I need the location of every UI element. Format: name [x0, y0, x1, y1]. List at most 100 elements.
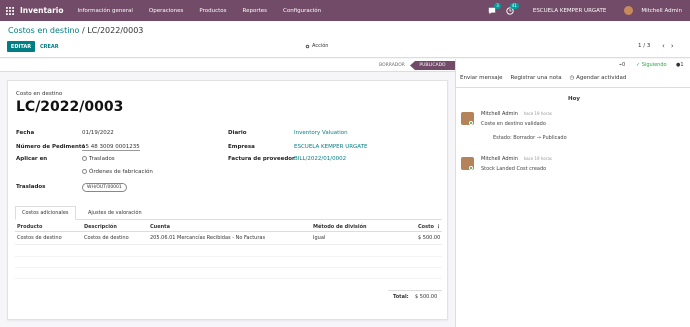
followers-count[interactable]: ●1 [676, 62, 684, 68]
message-date: hace 19 horas [523, 111, 553, 116]
total-label: Total: [393, 294, 409, 300]
radio-traslados[interactable] [82, 156, 87, 161]
message-tracking: Estado: Borrador → Publicado [493, 135, 567, 141]
tab-ajustes-valoracion[interactable]: Ajustes de valoración [82, 206, 148, 220]
message-author-name[interactable]: Mitchell Admin [481, 156, 518, 162]
factura-value[interactable]: BILL/2022/01/0002 [294, 156, 346, 162]
table-header: Producto Descripción Cuenta Método de di… [15, 222, 442, 232]
following-toggle[interactable]: ✓ Siguiendo [636, 62, 667, 68]
diario-label: Diario [228, 130, 247, 136]
menu-configuracion[interactable]: Configuración [283, 8, 321, 14]
action-menu[interactable]: Acción [305, 43, 328, 49]
pager-prev-icon[interactable]: ‹ [662, 42, 665, 50]
tab-costos-adicionales[interactable]: Costos adicionales [15, 206, 76, 220]
top-navbar: Inventario Información general Operacion… [0, 0, 690, 21]
fecha-value: 01/19/2022 [82, 130, 114, 136]
factura-label: Factura de proveedor [228, 156, 295, 162]
pager-next-icon[interactable]: › [671, 42, 674, 50]
check-icon: ✓ [636, 62, 641, 68]
aplicar-opt2-label: Órdenes de fabricación [89, 169, 153, 175]
cell-costo: $ 500.00 [418, 235, 441, 241]
table-row[interactable]: Costos de destino Costos de destino 205.… [15, 233, 442, 245]
cell-cuenta: 205.06.01 Mercancías Recibidas - No Fact… [150, 235, 266, 241]
company-switcher[interactable]: ESCUELA KEMPER URGATE [533, 8, 606, 14]
breadcrumb-parent[interactable]: Costos en destino [8, 26, 79, 35]
breadcrumb-current: LC/2022/0003 [87, 26, 144, 35]
chatter-topbar: ⌁0 ✓ Siguiendo ●1 [456, 59, 690, 72]
radio-fabricacion[interactable] [82, 169, 87, 174]
empty-row [15, 268, 442, 279]
traslados-label: Traslados [16, 184, 46, 190]
edit-button[interactable]: EDITAR [7, 41, 35, 52]
empty-row [15, 257, 442, 268]
chatter-panel: ⌁0 ✓ Siguiendo ●1 Enviar mensaje Registr… [455, 59, 690, 327]
cell-metodo: Igual [313, 235, 326, 241]
chat-icon[interactable]: 3 [487, 2, 501, 16]
diario-value[interactable]: Inventory Valuation [294, 130, 348, 136]
aplicar-option-traslados[interactable]: Traslados [82, 156, 115, 162]
stage-draft[interactable]: BORRADOR [372, 61, 412, 70]
control-panel: Costos en destino / LC/2022/0003 EDITAR … [0, 21, 690, 58]
attachments-count[interactable]: ⌁0 [619, 62, 625, 68]
col-costo[interactable]: Costo [418, 224, 434, 230]
action-label: Acción [312, 43, 329, 49]
breadcrumb: Costos en destino / LC/2022/0003 [8, 26, 143, 35]
total-divider [388, 290, 442, 291]
chat-badge: 3 [494, 2, 501, 9]
send-message-button[interactable]: Enviar mensaje [460, 75, 503, 81]
log-note-button[interactable]: Registrar una nota [511, 75, 562, 81]
aplicar-option-fabricacion[interactable]: Órdenes de fabricación [82, 169, 153, 175]
pedimento-value: 15 48 3009 0001235 [82, 144, 140, 151]
col-metodo[interactable]: Método de división [313, 224, 367, 230]
column-settings-icon[interactable]: ⋮ [436, 224, 441, 230]
apps-menu-icon[interactable] [0, 6, 20, 15]
day-separator: Hoy [568, 96, 580, 102]
aplicar-label: Aplicar en [16, 156, 48, 162]
col-descripcion[interactable]: Descripción [84, 224, 117, 230]
menu-informacion-general[interactable]: Información general [78, 8, 133, 14]
cell-producto: Costos de destino [17, 235, 62, 241]
user-avatar[interactable] [624, 6, 634, 15]
chatter-actions: Enviar mensaje Registrar una nota ◷ Agen… [460, 75, 626, 81]
online-status-dot [469, 121, 473, 125]
record-title: LC/2022/0003 [16, 99, 124, 115]
message-date: hace 19 horas [523, 156, 553, 161]
stage-posted[interactable]: PUBLICADO [410, 61, 455, 70]
message-author: Mitchell Admin hace 19 horas [481, 156, 552, 162]
pedimento-label: Número de Pedimento [16, 144, 86, 150]
empty-row [15, 246, 442, 257]
activity-clock-icon[interactable]: 41 [505, 2, 519, 16]
cell-descripcion: Costos de destino [84, 235, 129, 241]
col-producto[interactable]: Producto [17, 224, 43, 230]
form-subtitle: Costo en destino [16, 91, 63, 97]
total-value: $ 500.00 [415, 294, 438, 300]
message-body: Coste en destino validado [481, 121, 546, 127]
user-menu[interactable]: Mitchell Admin [641, 8, 682, 14]
breadcrumb-separator: / [81, 26, 85, 35]
schedule-activity-button[interactable]: ◷ Agendar actividad [570, 75, 627, 81]
notebook-tabs: Costos adicionales Ajustes de valoración [15, 206, 442, 220]
attachments-value: 0 [622, 62, 626, 68]
schedule-activity-label: Agendar actividad [576, 75, 627, 81]
col-cuenta[interactable]: Cuenta [150, 224, 170, 230]
app-name[interactable]: Inventario [20, 6, 64, 15]
pager-arrows: ‹ › [662, 42, 674, 50]
create-button[interactable]: CREAR [40, 41, 59, 52]
menu-operaciones[interactable]: Operaciones [149, 8, 184, 14]
gear-icon [305, 44, 310, 48]
fecha-label: Fecha [16, 130, 35, 136]
online-status-dot [469, 166, 473, 170]
menu-productos[interactable]: Productos [199, 8, 226, 14]
empresa-value[interactable]: ESCUELA KEMPER URGATE [294, 144, 367, 150]
followers-value: 1 [680, 62, 684, 68]
traslados-tag[interactable]: WH/OUT/00001 [82, 183, 127, 192]
message-body: Stock Landed Cost creado [481, 166, 547, 172]
menu-reportes[interactable]: Reportes [243, 8, 267, 14]
pager-value[interactable]: 1 / 3 [638, 43, 650, 49]
message-author-name[interactable]: Mitchell Admin [481, 111, 518, 117]
clock-icon: ◷ [569, 75, 575, 81]
aplicar-opt1-label: Traslados [89, 156, 115, 162]
following-label: Siguiendo [641, 62, 667, 68]
form-sheet: Costo en destino LC/2022/0003 Fecha 01/1… [7, 80, 448, 320]
empresa-label: Empresa [228, 144, 255, 150]
